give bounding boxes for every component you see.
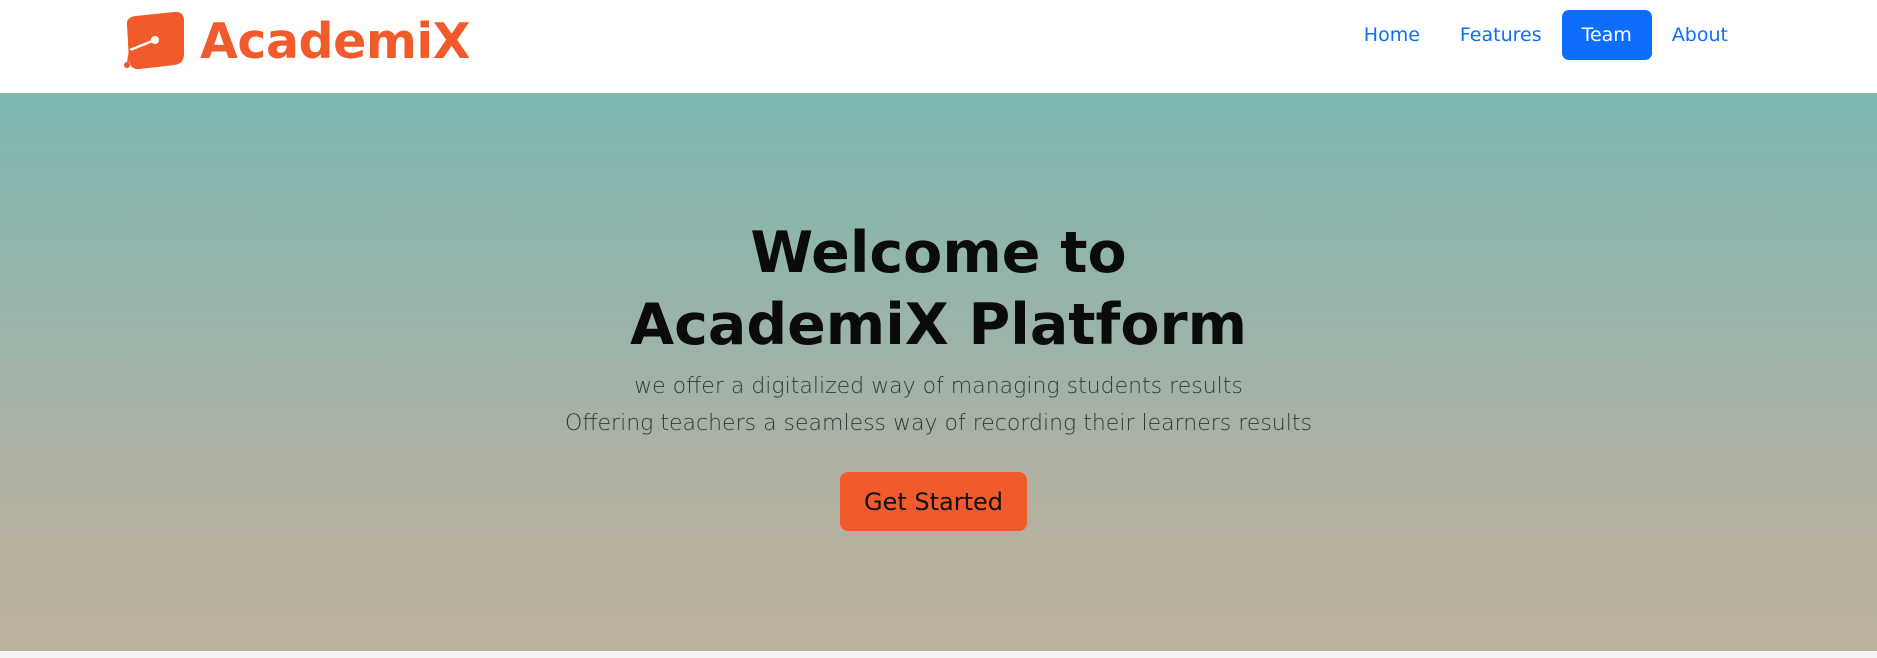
nav-about[interactable]: About: [1652, 10, 1748, 60]
hero-subtitle-line2: Offering teachers a seamless way of reco…: [565, 411, 1312, 436]
nav-features[interactable]: Features: [1440, 10, 1562, 60]
hero-title-line2: AcademiX Platform: [629, 292, 1248, 358]
get-started-button[interactable]: Get Started: [840, 472, 1027, 531]
navbar: AcademiX Home Features Team About: [0, 0, 1877, 93]
nav-team[interactable]: Team: [1561, 10, 1652, 60]
hero-title: Welcome to AcademiX Platform: [0, 217, 1877, 361]
hero-subtitle-line1: we offer a digitalized way of managing s…: [634, 374, 1243, 399]
nav-home[interactable]: Home: [1344, 10, 1440, 60]
brand-link[interactable]: AcademiX: [122, 8, 470, 74]
brand-name: AcademiX: [200, 12, 470, 70]
hero-section: Welcome to AcademiX Platform we offer a …: [0, 93, 1877, 651]
main-nav: Home Features Team About: [1344, 10, 1748, 60]
hero-title-line1: Welcome to: [750, 220, 1127, 286]
page-bottom-divider: [0, 651, 1877, 658]
hero-subtitle: we offer a digitalized way of managing s…: [0, 368, 1877, 442]
academix-logo-icon: [124, 11, 184, 70]
